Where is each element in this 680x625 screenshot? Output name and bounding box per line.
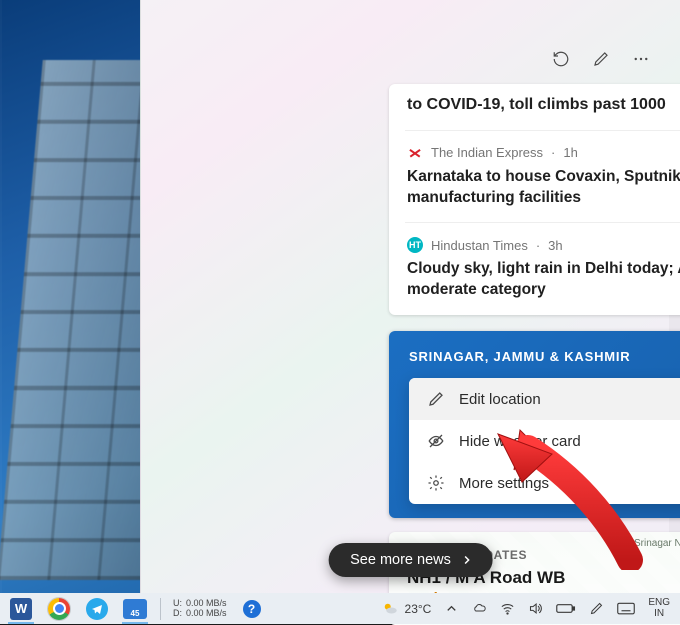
taskbar-separator [160,598,161,620]
taskbar-app-chrome[interactable] [42,593,76,624]
menu-hide-weather[interactable]: Hide weather card [409,420,680,462]
taskbar-weather[interactable]: 23°C [381,600,432,618]
hindustan-times-icon: HT [407,237,423,253]
more-icon[interactable] [632,50,650,68]
see-more-label: See more news [350,552,451,568]
indian-express-icon [407,145,423,161]
taskbar-help[interactable]: ? [235,593,269,624]
menu-more-settings[interactable]: More settings [409,462,680,504]
language-indicator[interactable]: ENG IN [648,598,670,619]
volume-icon[interactable] [528,601,543,616]
divider [405,222,680,223]
help-icon: ? [243,600,261,618]
news-headline-partial: to COVID-19, toll climbs past 1000 [407,94,680,116]
wifi-icon[interactable] [500,601,515,616]
article-source: Hindustan Times [431,238,528,253]
onedrive-icon[interactable] [472,601,487,616]
article-age: 1h [563,145,577,160]
news-card[interactable]: to COVID-19, toll climbs past 1000 The I… [389,84,680,315]
see-more-news-button[interactable]: See more news [328,543,493,577]
article-title: Karnataka to house Covaxin, Sputnik V ma… [407,167,680,209]
eye-off-icon [427,432,445,450]
refresh-icon[interactable] [552,50,570,68]
mail-icon: 45 [123,599,147,619]
taskbar-app-telegram[interactable] [80,593,114,624]
battery-icon[interactable] [556,601,576,616]
chrome-icon [48,598,70,620]
article-title: Cloudy sky, light rain in Delhi today; A… [407,259,680,301]
news-article[interactable]: HT Hindustan Times · 3h Cloudy sky, ligh… [407,237,680,301]
chevron-right-icon [461,554,473,566]
gear-icon [427,474,445,492]
article-source: The Indian Express [431,145,543,160]
sun-cloud-icon [381,600,399,618]
pen-tray-icon[interactable] [589,601,604,616]
weather-card[interactable]: SRINAGAR, JAMMU & KASHMIR Edit location … [389,331,680,518]
menu-label: Hide weather card [459,433,581,450]
article-age: 3h [548,238,562,253]
weather-context-menu: Edit location Hide weather card More set… [409,378,680,504]
keyboard-icon[interactable] [617,601,635,616]
menu-label: Edit location [459,391,541,408]
weather-location: SRINAGAR, JAMMU & KASHMIR [409,349,680,364]
divider [405,130,680,131]
menu-label: More settings [459,475,549,492]
taskbar-app-mail[interactable]: 45 [118,593,152,624]
edit-icon[interactable] [592,50,610,68]
news-article[interactable]: The Indian Express · 1h Karnataka to hou… [407,145,680,209]
taskbar-app-word[interactable]: W [4,593,38,624]
pencil-icon [427,390,445,408]
network-monitor[interactable]: U:0.00 MB/s D:0.00 MB/s [169,599,231,619]
taskbar: W 45 U:0.00 MB/s D:0.00 MB/s ? 23°C ENG … [0,593,680,624]
map-label-north: Srinagar North [634,538,680,549]
widgets-flyout: to COVID-19, toll climbs past 1000 The I… [140,0,680,593]
chevron-up-icon[interactable] [444,601,459,616]
taskbar-temp: 23°C [405,602,432,616]
telegram-icon [86,598,108,620]
menu-edit-location[interactable]: Edit location [409,378,680,420]
word-icon: W [10,598,32,620]
